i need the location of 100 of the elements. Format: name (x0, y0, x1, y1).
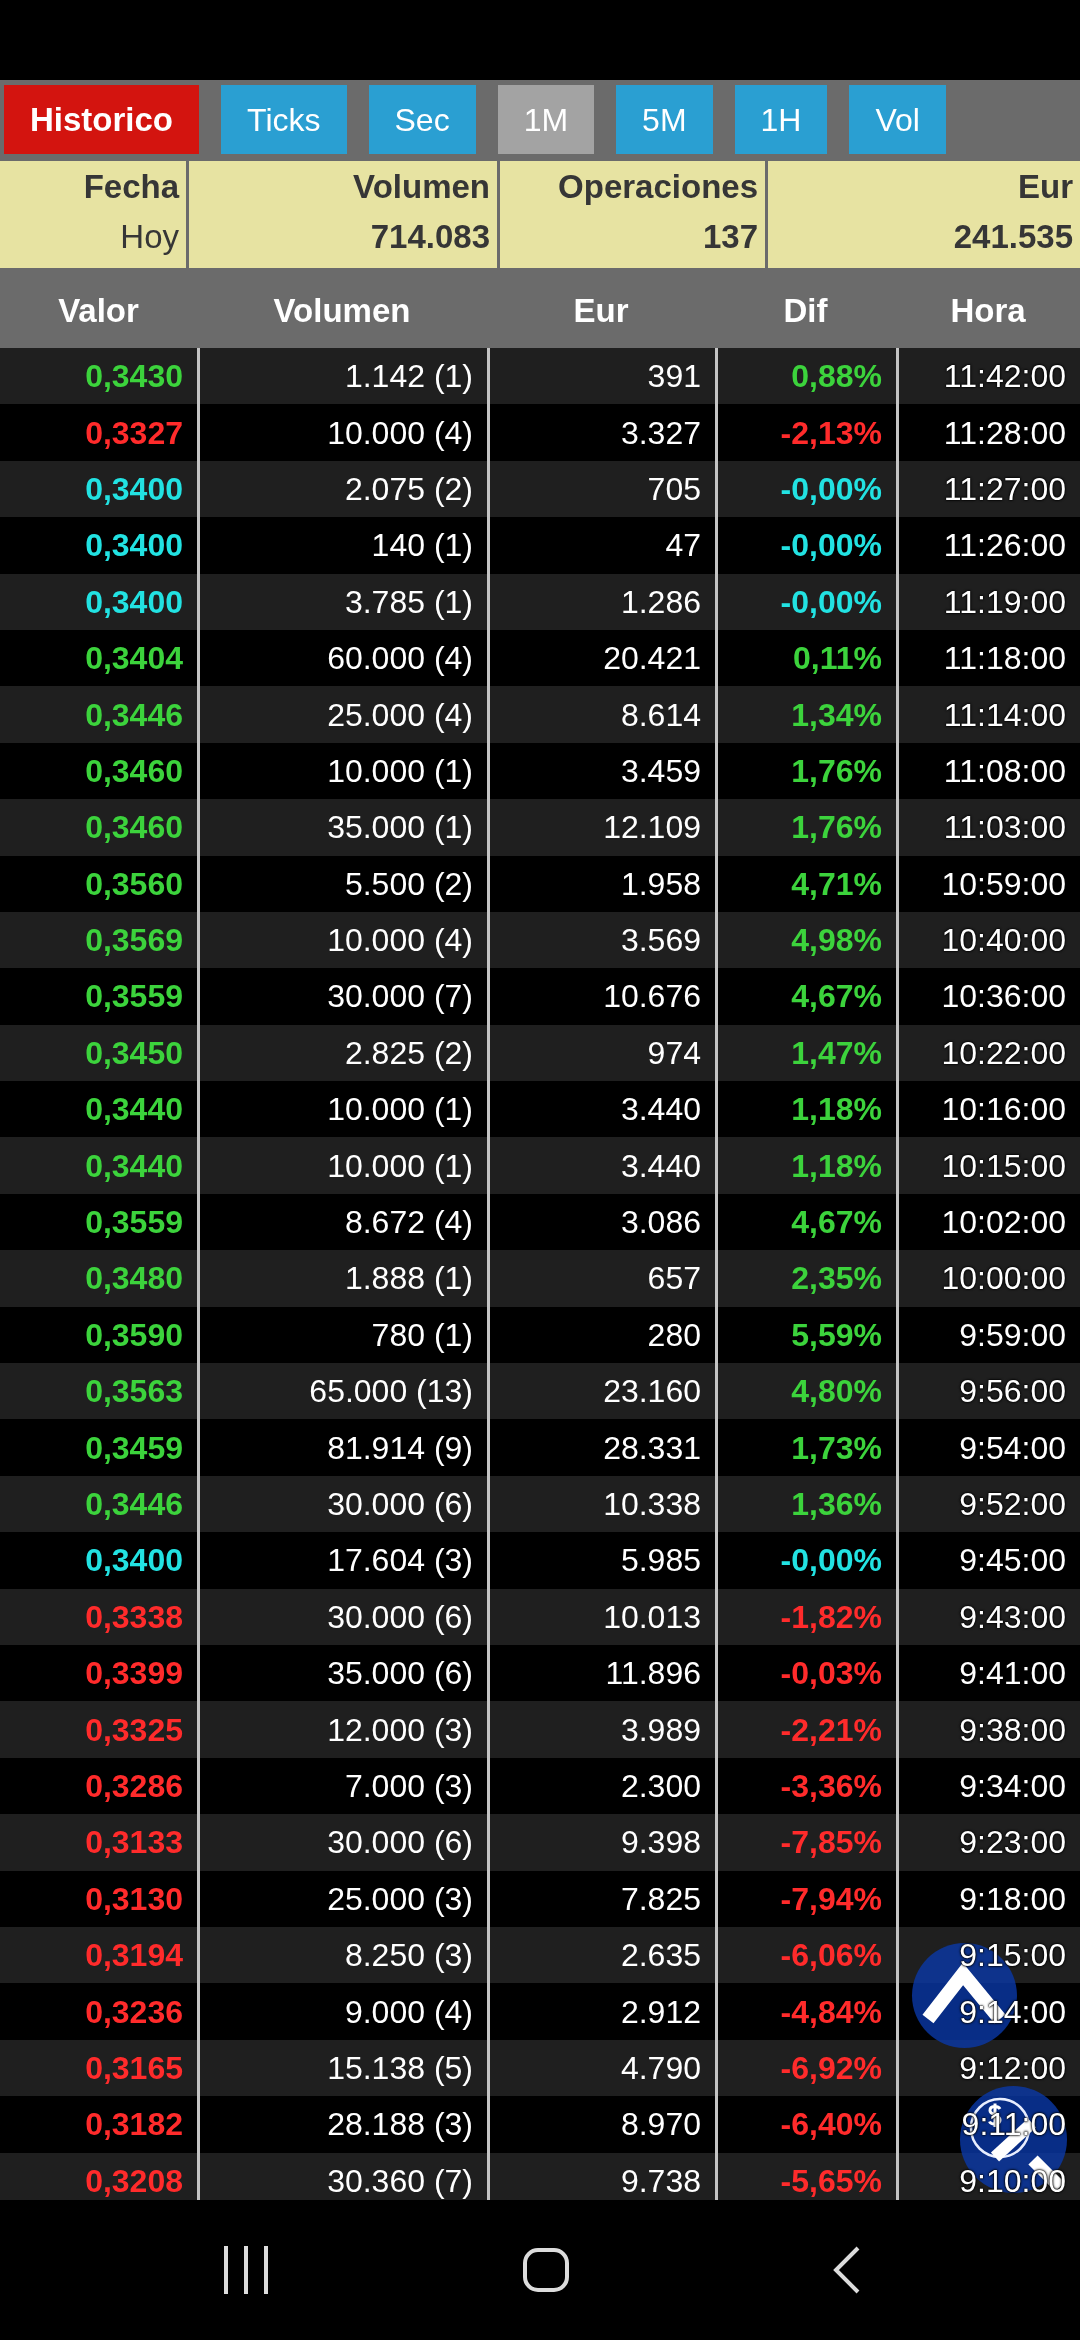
amount-value: 2.912 (620, 1994, 701, 2029)
interval-tab[interactable]: Sec (368, 85, 476, 154)
home-icon[interactable] (523, 2248, 569, 2292)
volume-value: 9.000 (4) (344, 1994, 473, 2029)
price-value: 0,3194 (85, 1938, 183, 1973)
amount-value: 3.440 (620, 1148, 701, 1183)
interval-tab[interactable]: 1H (734, 85, 828, 154)
price-value: 0,3446 (85, 697, 183, 732)
amount-value: 1.286 (620, 584, 701, 619)
time-value: 9:41:00 (959, 1656, 1066, 1691)
volume-value: 8.250 (3) (344, 1938, 473, 1973)
change-value: -2,21% (780, 1712, 882, 1747)
amount-value: 705 (647, 471, 701, 506)
column-header: Eur (573, 290, 629, 331)
column-header: Valor (58, 290, 139, 331)
interval-tab[interactable]: 5M (616, 85, 713, 154)
volume-value: 2.825 (2) (344, 1035, 473, 1070)
change-value: -0,03% (780, 1656, 882, 1691)
amount-value: 280 (647, 1317, 701, 1352)
change-value: 1,18% (791, 1092, 882, 1127)
amount-value: 5.985 (620, 1543, 701, 1578)
volume-value: 1.888 (1) (344, 1261, 473, 1296)
change-value: 4,80% (791, 1374, 882, 1409)
amount-value: 8.614 (620, 697, 701, 732)
interval-tab[interactable]: Ticks (221, 85, 347, 154)
change-value: 0,11% (793, 641, 882, 676)
amount-value: 4.790 (620, 2050, 701, 2085)
change-value: -7,94% (780, 1881, 882, 1916)
summary-label: Operaciones (558, 167, 758, 207)
amount-value: 3.989 (620, 1712, 701, 1747)
price-value: 0,3165 (85, 2050, 183, 2085)
price-value: 0,3440 (85, 1148, 183, 1183)
time-value: 10:36:00 (941, 979, 1066, 1014)
change-value: -4,84% (780, 1994, 882, 2029)
interval-tab[interactable]: Vol (849, 85, 946, 154)
time-value: 10:16:00 (941, 1092, 1066, 1127)
price-value: 0,3404 (85, 641, 183, 676)
price-value: 0,3440 (85, 1092, 183, 1127)
price-value: 0,3133 (85, 1825, 183, 1860)
change-value: -6,40% (780, 2107, 882, 2142)
time-value: 9:18:00 (959, 1881, 1066, 1916)
volume-value: 8.672 (4) (344, 1205, 473, 1240)
summary-value: 241.535 (953, 217, 1073, 257)
time-value: 10:40:00 (941, 923, 1066, 958)
change-value: 1,76% (791, 810, 882, 845)
change-value: 1,73% (791, 1430, 882, 1465)
volume-value: 81.914 (9) (327, 1430, 473, 1465)
volume-value: 25.000 (3) (327, 1881, 473, 1916)
volume-value: 10.000 (4) (327, 415, 473, 450)
time-value: 10:00:00 (941, 1261, 1066, 1296)
change-value: 4,67% (791, 979, 882, 1014)
interval-tab[interactable]: 1M (497, 85, 595, 154)
time-value: 9:52:00 (959, 1487, 1066, 1521)
change-value: 1,47% (791, 1035, 882, 1070)
amount-value: 391 (647, 359, 701, 394)
volume-value: 10.000 (1) (327, 1092, 473, 1127)
summary-value: 714.083 (370, 217, 490, 257)
change-value: 1,36% (791, 1487, 882, 1521)
amount-value: 9.398 (620, 1825, 701, 1860)
amount-value: 974 (647, 1035, 701, 1070)
time-value: 11:08:00 (943, 753, 1066, 788)
time-value: 9:12:00 (959, 2050, 1066, 2085)
change-value: -0,00% (780, 584, 882, 619)
price-value: 0,3480 (85, 1261, 183, 1296)
summary-label: Eur (1018, 167, 1073, 207)
back-icon[interactable] (832, 2246, 860, 2294)
time-value: 11:19:00 (943, 584, 1066, 619)
amount-value: 7.825 (620, 1881, 701, 1916)
amount-value: 2.300 (620, 1768, 701, 1803)
time-value: 9:54:00 (959, 1430, 1066, 1465)
change-value: -0,00% (780, 528, 882, 563)
change-value: -7,85% (780, 1825, 882, 1860)
change-value: 1,76% (791, 753, 882, 788)
volume-value: 5.500 (2) (344, 866, 473, 901)
time-value: 9:43:00 (959, 1599, 1066, 1634)
amount-value: 3.086 (620, 1205, 701, 1240)
price-value: 0,3400 (85, 528, 183, 563)
history-button[interactable]: Historico (4, 85, 200, 154)
price-value: 0,3569 (85, 923, 183, 958)
volume-value: 780 (1) (371, 1317, 473, 1352)
volume-value: 2.075 (2) (344, 471, 473, 506)
time-value: 10:02:00 (941, 1205, 1066, 1240)
volume-value: 15.138 (5) (327, 2050, 473, 2085)
change-value: 4,71% (791, 866, 882, 901)
volume-value: 30.000 (6) (327, 1825, 473, 1860)
amount-value: 47 (665, 528, 701, 563)
change-value: 4,98% (791, 923, 882, 958)
price-value: 0,3559 (85, 1205, 183, 1240)
volume-value: 3.785 (1) (344, 584, 473, 619)
amount-value: 11.896 (605, 1656, 701, 1691)
time-value: 9:23:00 (959, 1825, 1066, 1860)
volume-value: 17.604 (3) (327, 1543, 473, 1578)
volume-value: 10.000 (1) (327, 753, 473, 788)
recent-apps-icon[interactable] (223, 2246, 269, 2294)
price-value: 0,3130 (85, 1881, 183, 1916)
price-value: 0,3400 (85, 584, 183, 619)
time-value: 9:45:00 (959, 1543, 1066, 1578)
price-value: 0,3325 (85, 1712, 183, 1747)
amount-value: 28.331 (603, 1430, 701, 1465)
volume-value: 35.000 (1) (327, 810, 473, 845)
